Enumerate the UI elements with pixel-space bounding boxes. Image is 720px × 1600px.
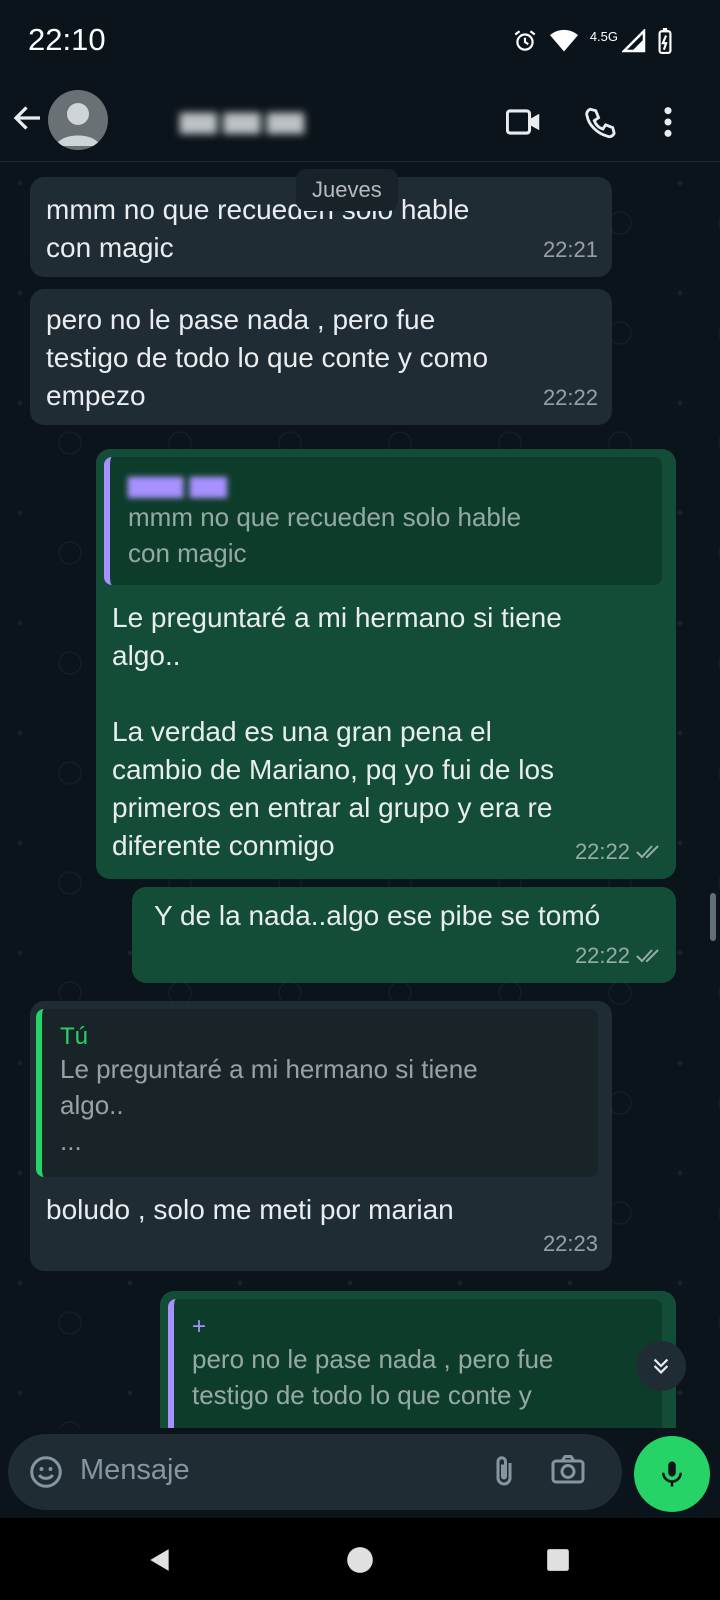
message-time: 22:22 <box>574 943 630 968</box>
back-button[interactable] <box>10 100 50 140</box>
message-text: pero no le pase nada , pero fue testigo … <box>46 304 489 411</box>
double-chevron-down-icon <box>653 1358 669 1374</box>
message-outgoing[interactable]: + pero no le pase nada , pero fue testig… <box>160 1291 676 1428</box>
message-input[interactable]: Mensaje <box>8 1434 622 1510</box>
system-navigation-bar <box>0 1518 720 1600</box>
camera-button[interactable] <box>550 1452 586 1493</box>
message-time: 22:22 <box>574 839 630 864</box>
composer: Mensaje <box>0 1428 720 1518</box>
quoted-message[interactable]: ▆▆▆ ▆▆ mmm no que recueden solo hable co… <box>104 457 662 585</box>
quote-text: pero no le pase nada , pero fue testigo … <box>192 1344 554 1410</box>
status-time: 22:10 <box>28 22 106 57</box>
avatar[interactable] <box>48 90 108 150</box>
nav-back-button[interactable] <box>140 1540 180 1580</box>
message-outgoing[interactable]: ▆▆▆ ▆▆ mmm no que recueden solo hable co… <box>96 449 676 879</box>
camera-icon <box>551 1455 585 1484</box>
wifi-icon <box>549 29 578 53</box>
more-options-button[interactable] <box>644 98 692 146</box>
message-placeholder: Mensaje <box>80 1454 190 1486</box>
nav-home-button[interactable] <box>340 1540 380 1580</box>
message-incoming[interactable]: pero no le pase nada , pero fue testigo … <box>30 289 612 425</box>
video-camera-icon <box>506 109 540 135</box>
quoted-message[interactable]: Tú Le preguntaré a mi hermano si tiene a… <box>36 1009 598 1177</box>
emoji-icon <box>30 1456 62 1488</box>
nav-recents-button[interactable] <box>538 1540 578 1580</box>
message-time: 22:23 <box>542 1231 598 1256</box>
kebab-menu-icon <box>664 107 672 137</box>
status-bar: 22:10 4.5G <box>0 0 720 86</box>
square-recents-icon <box>547 1549 569 1571</box>
battery-icon <box>658 28 672 54</box>
microphone-icon <box>662 1461 682 1487</box>
voice-message-button[interactable] <box>634 1436 710 1512</box>
scrollbar[interactable] <box>710 893 716 941</box>
message-meta: 22:22 <box>575 833 662 871</box>
paperclip-icon <box>496 1456 512 1486</box>
quote-author: Tú <box>60 1023 89 1050</box>
double-check-icon <box>636 845 659 859</box>
date-chip: Jueves <box>296 169 398 211</box>
chat-header: ▆▆ ▆▆ ▆▆ <box>0 86 720 162</box>
triangle-back-icon <box>150 1549 169 1571</box>
message-incoming[interactable]: Tú Le preguntaré a mi hermano si tiene a… <box>30 1001 612 1271</box>
attach-button[interactable] <box>486 1452 522 1497</box>
emoji-button[interactable] <box>28 1454 64 1495</box>
quote-author: + <box>192 1313 207 1340</box>
alarm-icon <box>512 28 538 54</box>
chat-area[interactable]: Jueves mmm no que recueden solo hable co… <box>0 163 720 1428</box>
message-time: 22:22 <box>542 385 598 410</box>
quoted-message[interactable]: + pero no le pase nada , pero fue testig… <box>168 1299 662 1428</box>
message-text: Y de la nada..algo ese pibe se tomó <box>154 900 601 931</box>
phone-icon <box>585 107 616 139</box>
circle-home-icon <box>347 1547 373 1573</box>
quote-author: ▆▆▆ ▆▆ <box>128 471 227 498</box>
back-arrow-icon <box>13 106 40 130</box>
voice-call-button[interactable] <box>576 98 624 146</box>
video-call-button[interactable] <box>500 98 548 146</box>
contact-name[interactable]: ▆▆ ▆▆ ▆▆ <box>180 106 420 136</box>
double-check-icon <box>636 949 659 963</box>
message-time: 22:21 <box>542 237 598 262</box>
message-outgoing[interactable]: Y de la nada..algo ese pibe se tomó 22:2… <box>132 887 676 983</box>
scroll-to-bottom-button[interactable] <box>636 1341 686 1391</box>
message-meta: 22:22 <box>575 937 662 975</box>
network-type: 4.5G <box>589 28 618 44</box>
message-text: boludo , solo me meti por marian <box>46 1194 454 1225</box>
quote-text: Le preguntaré a mi hermano si tiene algo… <box>60 1054 478 1156</box>
message-text: Le preguntaré a mi hermano si tiene algo… <box>112 602 562 861</box>
default-avatar-icon <box>56 103 100 146</box>
status-icons: 4.5G <box>512 28 672 54</box>
quote-text: mmm no que recueden solo hable con magic <box>128 502 522 568</box>
signal-icon <box>622 29 646 53</box>
